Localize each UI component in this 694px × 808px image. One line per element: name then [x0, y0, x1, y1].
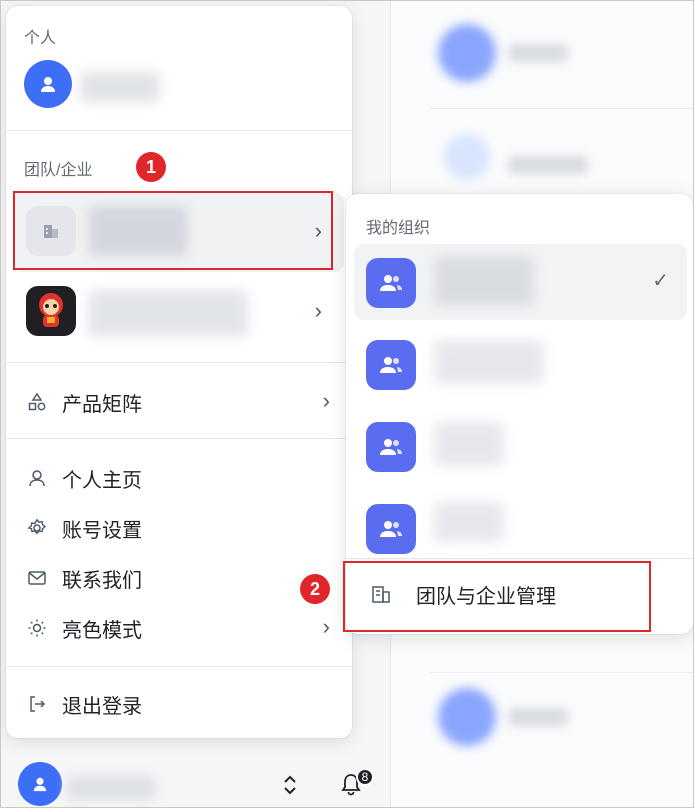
menu-item-theme[interactable]: 亮色模式 › [6, 606, 352, 650]
org-avatar [366, 504, 416, 554]
account-menu: 个人 团队/企业 › › 产品矩阵 › 个人主页 账号设置 联系我们 亮色模式 … [6, 6, 352, 738]
org-logo [26, 286, 76, 336]
team-section-label: 团队/企业 [24, 162, 93, 179]
personal-name-redacted [80, 72, 160, 102]
org-name-redacted [88, 290, 248, 336]
menu-item-profile[interactable]: 个人主页 [6, 456, 352, 500]
background-row-divider [430, 672, 694, 673]
mascot-logo [39, 293, 63, 327]
background-avatar [438, 688, 496, 746]
gear-icon [24, 518, 50, 538]
menu-item-label: 账号设置 [62, 519, 142, 542]
chevron-right-icon: › [314, 298, 322, 323]
bottom-account-bar [0, 748, 390, 808]
org-name-redacted [434, 340, 544, 384]
divider [6, 130, 352, 131]
step-badge-1: 1 [136, 152, 166, 182]
background-row-divider [430, 108, 694, 109]
personal-avatar[interactable] [24, 60, 72, 108]
org-avatar [366, 340, 416, 390]
background-avatar [444, 134, 490, 180]
org-submenu-title: 我的组织 [366, 220, 431, 237]
org-name-redacted [434, 422, 504, 466]
menu-item-label: 退出登录 [62, 695, 142, 718]
divider [6, 438, 352, 439]
user-icon [24, 468, 50, 488]
menu-item-label: 亮色模式 [62, 619, 142, 642]
chevron-right-icon: › [322, 614, 330, 639]
org-name-redacted [434, 256, 534, 306]
highlight-box-step2 [343, 561, 651, 632]
notification-count-badge: 8 [356, 768, 374, 786]
menu-item-label: 产品矩阵 [62, 393, 142, 416]
divider [346, 558, 693, 559]
background-avatar [438, 24, 496, 82]
user-icon [33, 777, 47, 792]
org-name-redacted [434, 502, 504, 542]
sun-icon [24, 618, 50, 638]
org-option[interactable] [354, 408, 687, 484]
org-row[interactable]: › [14, 272, 344, 352]
menu-item-label: 联系我们 [62, 569, 142, 592]
shapes-icon [24, 392, 50, 412]
mail-icon [24, 568, 50, 588]
group-icon [380, 521, 402, 537]
user-icon [41, 77, 55, 92]
org-option[interactable] [354, 326, 687, 402]
account-avatar[interactable] [18, 762, 62, 806]
menu-item-label: 个人主页 [62, 469, 142, 492]
group-icon [380, 357, 402, 373]
personal-section-label: 个人 [24, 30, 57, 47]
menu-item-logout[interactable]: 退出登录 [6, 682, 352, 726]
expand-collapse-icon[interactable] [280, 774, 300, 796]
org-avatar [366, 258, 416, 308]
background-text [508, 156, 588, 174]
divider [6, 666, 352, 667]
step-badge-2: 2 [300, 574, 330, 604]
background-text [508, 44, 568, 62]
divider [6, 362, 352, 363]
account-name-redacted [66, 776, 156, 800]
chevron-right-icon: › [322, 388, 330, 413]
group-icon [380, 275, 402, 291]
checkmark-icon: ✓ [652, 270, 669, 292]
org-avatar [366, 422, 416, 472]
background-text [508, 708, 568, 726]
highlight-box-step1 [13, 191, 333, 270]
menu-item-product-matrix[interactable]: 产品矩阵 › [6, 380, 352, 424]
org-option-selected[interactable]: ✓ [354, 244, 687, 320]
logout-icon [24, 694, 50, 714]
org-option[interactable] [354, 490, 687, 566]
menu-item-account-settings[interactable]: 账号设置 [6, 506, 352, 550]
group-icon [380, 439, 402, 455]
